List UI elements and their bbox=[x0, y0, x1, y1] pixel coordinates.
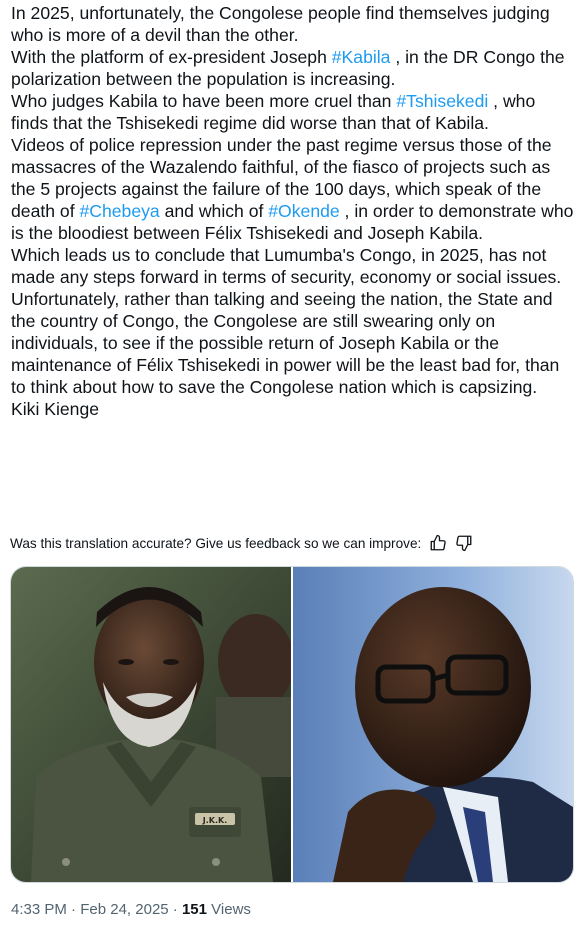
tweet-paragraph: In 2025, unfortunately, the Congolese pe… bbox=[11, 2, 575, 46]
tweet-text-segment: and which of bbox=[159, 201, 269, 221]
tweet-paragraph: Who judges Kabila to have been more crue… bbox=[11, 90, 575, 134]
meta-separator: · bbox=[71, 901, 77, 918]
tweet-paragraph: Kiki Kienge bbox=[11, 398, 575, 420]
tweet-date[interactable]: Feb 24, 2025 bbox=[80, 901, 168, 918]
media-grid[interactable]: J.K.K. bbox=[10, 566, 574, 883]
tweet-paragraph: Videos of police repression under the pa… bbox=[11, 134, 575, 244]
tweet-meta: 4:33 PM · Feb 24, 2025 · 151 Views bbox=[11, 901, 251, 918]
thumbs-up-icon[interactable] bbox=[429, 534, 447, 552]
tweet-text-segment: Who judges Kabila to have been more crue… bbox=[11, 91, 397, 111]
tweet-text-segment: With the platform of ex-president Joseph bbox=[11, 47, 332, 67]
uniform-patch-text: J.K.K. bbox=[202, 816, 228, 825]
tweet-text: In 2025, unfortunately, the Congolese pe… bbox=[11, 2, 575, 420]
hashtag-link[interactable]: #Kabila bbox=[332, 47, 391, 67]
views-label: Views bbox=[211, 901, 251, 918]
tweet-text-segment: Unfortunately, rather than talking and s… bbox=[11, 289, 560, 397]
tweet-text-segment: Which leads us to conclude that Lumumba'… bbox=[11, 245, 562, 287]
views-count: 151 bbox=[181, 901, 207, 918]
hashtag-link[interactable]: #Chebeya bbox=[79, 201, 159, 221]
tweet-paragraph: With the platform of ex-president Joseph… bbox=[11, 46, 575, 90]
thumbs-down-icon[interactable] bbox=[455, 534, 473, 552]
feedback-text: Was this translation accurate? Give us f… bbox=[10, 535, 422, 551]
tweet-paragraph: Which leads us to conclude that Lumumba'… bbox=[11, 244, 575, 288]
tweet-time[interactable]: 4:33 PM bbox=[11, 901, 67, 918]
hashtag-link[interactable]: #Okende bbox=[268, 201, 339, 221]
hashtag-link[interactable]: #Tshisekedi bbox=[396, 91, 488, 111]
photo-felix-tshisekedi[interactable] bbox=[293, 567, 573, 882]
meta-separator-2: · bbox=[172, 901, 178, 918]
translation-feedback: Was this translation accurate? Give us f… bbox=[10, 533, 575, 553]
tweet-paragraph: Unfortunately, rather than talking and s… bbox=[11, 288, 575, 398]
tweet-text-segment: Kiki Kienge bbox=[11, 399, 100, 419]
photo-joseph-kabila[interactable]: J.K.K. bbox=[11, 567, 293, 882]
tweet-text-segment: In 2025, unfortunately, the Congolese pe… bbox=[11, 3, 550, 45]
